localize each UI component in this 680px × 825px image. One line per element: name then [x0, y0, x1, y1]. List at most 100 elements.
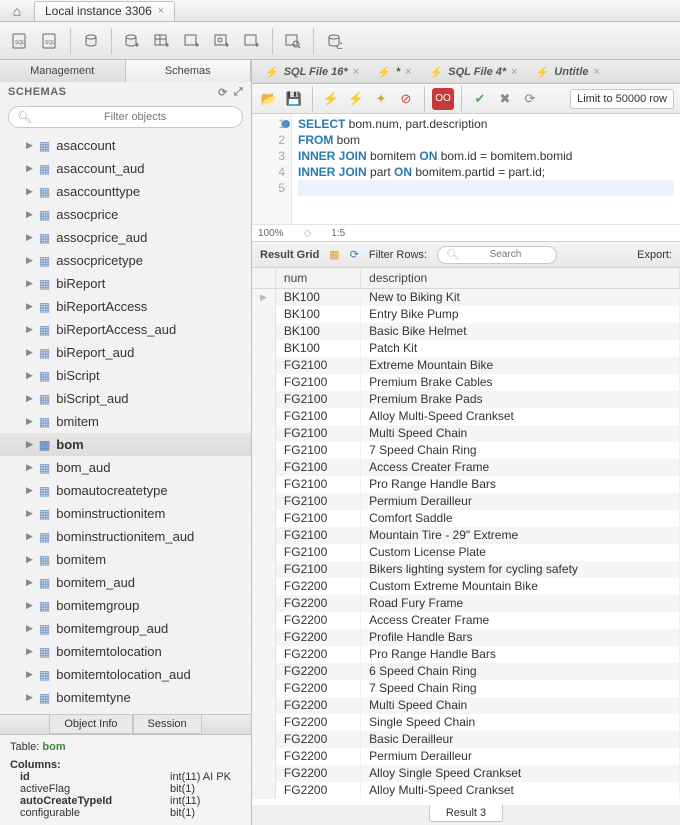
proc-add-icon[interactable]	[208, 27, 236, 55]
db-reconnect-icon[interactable]	[320, 27, 348, 55]
table-row[interactable]: FG2100Access Creater Frame	[252, 459, 680, 476]
table-row[interactable]: FG2100Premium Brake Pads	[252, 391, 680, 408]
row-handle[interactable]	[252, 408, 275, 425]
table-row[interactable]: FG2200Access Creater Frame	[252, 612, 680, 629]
tree-item[interactable]: ▶▦bom_aud	[0, 456, 251, 479]
refresh-results-icon[interactable]: ⟳	[350, 248, 359, 261]
table-row[interactable]: FG2100Custom License Plate	[252, 544, 680, 561]
tab-schemas[interactable]: Schemas	[126, 60, 252, 82]
tree-item[interactable]: ▶▦bominstructionitem	[0, 502, 251, 525]
tree-item[interactable]: ▶▦bomautocreatetype	[0, 479, 251, 502]
schema-tree[interactable]: ▶▦asaccount▶▦asaccount_aud▶▦asaccounttyp…	[0, 132, 251, 714]
row-handle[interactable]	[252, 425, 275, 442]
tree-item[interactable]: ▶▦assocprice_aud	[0, 226, 251, 249]
sql-editor[interactable]: 12345 SELECT bom.num, part.description F…	[252, 114, 680, 224]
table-row[interactable]: FG2200Basic Derailleur	[252, 731, 680, 748]
breakpoint-dot[interactable]	[282, 120, 290, 128]
row-handle[interactable]	[252, 680, 275, 697]
explain-icon[interactable]: ✦	[370, 88, 392, 110]
tree-item[interactable]: ▶▦bomitemgroup_aud	[0, 617, 251, 640]
row-handle[interactable]	[252, 493, 275, 510]
db-add-icon[interactable]	[118, 27, 146, 55]
row-handle[interactable]	[252, 374, 275, 391]
row-handle[interactable]	[252, 663, 275, 680]
sql-file-new-icon[interactable]: SQL	[6, 27, 34, 55]
open-folder-icon[interactable]: 📂	[258, 88, 280, 110]
tree-item[interactable]: ▶▦asaccounttype	[0, 180, 251, 203]
row-handle[interactable]	[252, 510, 275, 527]
expand-icon[interactable]: ⤢	[234, 86, 243, 99]
table-row[interactable]: FG21007 Speed Chain Ring	[252, 442, 680, 459]
commit-icon[interactable]: OO	[432, 88, 454, 110]
row-handle[interactable]	[252, 391, 275, 408]
tree-item[interactable]: ▶▦bomitem_aud	[0, 571, 251, 594]
table-row[interactable]: FG2100Extreme Mountain Bike	[252, 357, 680, 374]
table-row[interactable]: FG2100Alloy Multi-Speed Crankset	[252, 408, 680, 425]
close-icon[interactable]: ×	[353, 66, 359, 78]
row-handle[interactable]	[252, 476, 275, 493]
table-row[interactable]: FG2100Bikers lighting system for cycling…	[252, 561, 680, 578]
tab-session[interactable]: Session	[133, 715, 202, 734]
filter-objects-input[interactable]: 🔍︎	[8, 106, 243, 128]
column-header[interactable]: num	[275, 268, 360, 289]
filter-rows-input[interactable]: 🔍︎	[437, 246, 557, 264]
tree-item[interactable]: ▶▦biReportAccess	[0, 295, 251, 318]
tree-item[interactable]: ▶▦asaccount	[0, 134, 251, 157]
row-handle[interactable]	[252, 612, 275, 629]
execute-step-icon[interactable]: ⚡	[345, 88, 367, 110]
row-handle[interactable]	[252, 782, 275, 799]
toggle-icon[interactable]: ⟳	[519, 88, 541, 110]
connection-tab[interactable]: Local instance 3306 ×	[34, 1, 175, 21]
table-row[interactable]: FG2200Profile Handle Bars	[252, 629, 680, 646]
tree-item[interactable]: ▶▦bmitem	[0, 410, 251, 433]
save-icon[interactable]: 💾	[283, 88, 305, 110]
tree-item[interactable]: ▶▦biScript_aud	[0, 387, 251, 410]
table-row[interactable]: FG2100Permium Derailleur	[252, 493, 680, 510]
row-handle[interactable]	[252, 527, 275, 544]
close-icon[interactable]: ×	[405, 66, 411, 78]
close-icon[interactable]: ×	[594, 66, 600, 78]
table-row[interactable]: BK100Basic Bike Helmet	[252, 323, 680, 340]
row-handle[interactable]	[252, 442, 275, 459]
table-row[interactable]: FG2100Pro Range Handle Bars	[252, 476, 680, 493]
close-icon[interactable]: ×	[511, 66, 517, 78]
execute-icon[interactable]: ⚡	[320, 88, 342, 110]
table-row[interactable]: FG2200Custom Extreme Mountain Bike	[252, 578, 680, 595]
tree-item[interactable]: ▶▦bomitemtyne	[0, 686, 251, 709]
table-row[interactable]: FG2200Alloy Multi-Speed Crankset	[252, 782, 680, 799]
row-handle[interactable]	[252, 731, 275, 748]
table-row[interactable]: FG2200Multi Speed Chain	[252, 697, 680, 714]
view-add-icon[interactable]	[178, 27, 206, 55]
code-area[interactable]: SELECT bom.num, part.description FROM bo…	[292, 114, 680, 224]
table-row[interactable]: FG2200Road Fury Frame	[252, 595, 680, 612]
table-row[interactable]: FG2100Multi Speed Chain	[252, 425, 680, 442]
stop-icon[interactable]: ⊘	[395, 88, 417, 110]
tab-management[interactable]: Management	[0, 60, 126, 82]
db-inspect-icon[interactable]	[77, 27, 105, 55]
tree-item[interactable]: ▶▦bom	[0, 433, 251, 456]
table-row[interactable]: FG2200Single Speed Chain	[252, 714, 680, 731]
func-add-icon[interactable]	[238, 27, 266, 55]
tree-item[interactable]: ▶▦assocprice	[0, 203, 251, 226]
result-grid[interactable]: numdescription▶BK100New to Biking KitBK1…	[252, 268, 680, 805]
row-handle[interactable]	[252, 459, 275, 476]
query-tab[interactable]: ⚡*×	[368, 61, 420, 83]
tree-item[interactable]: ▶▦bominstructionitem_aud	[0, 525, 251, 548]
table-row[interactable]: FG2100Mountain Tire - 29" Extreme	[252, 527, 680, 544]
grid-view-icon[interactable]: ▦	[329, 248, 339, 261]
row-handle[interactable]	[252, 578, 275, 595]
row-handle[interactable]	[252, 544, 275, 561]
table-row[interactable]: ▶BK100New to Biking Kit	[252, 289, 680, 306]
row-handle[interactable]: ▶	[252, 289, 275, 306]
row-handle[interactable]	[252, 646, 275, 663]
row-handle[interactable]	[252, 714, 275, 731]
query-tab[interactable]: ⚡SQL File 4*×	[421, 61, 527, 83]
row-handle[interactable]	[252, 357, 275, 374]
table-add-icon[interactable]	[148, 27, 176, 55]
close-icon[interactable]: ×	[158, 5, 164, 17]
row-handle[interactable]	[252, 697, 275, 714]
row-handle[interactable]	[252, 765, 275, 782]
table-row[interactable]: FG2200Alloy Single Speed Crankset	[252, 765, 680, 782]
row-limit-select[interactable]: Limit to 50000 row	[570, 89, 674, 109]
row-handle[interactable]	[252, 561, 275, 578]
